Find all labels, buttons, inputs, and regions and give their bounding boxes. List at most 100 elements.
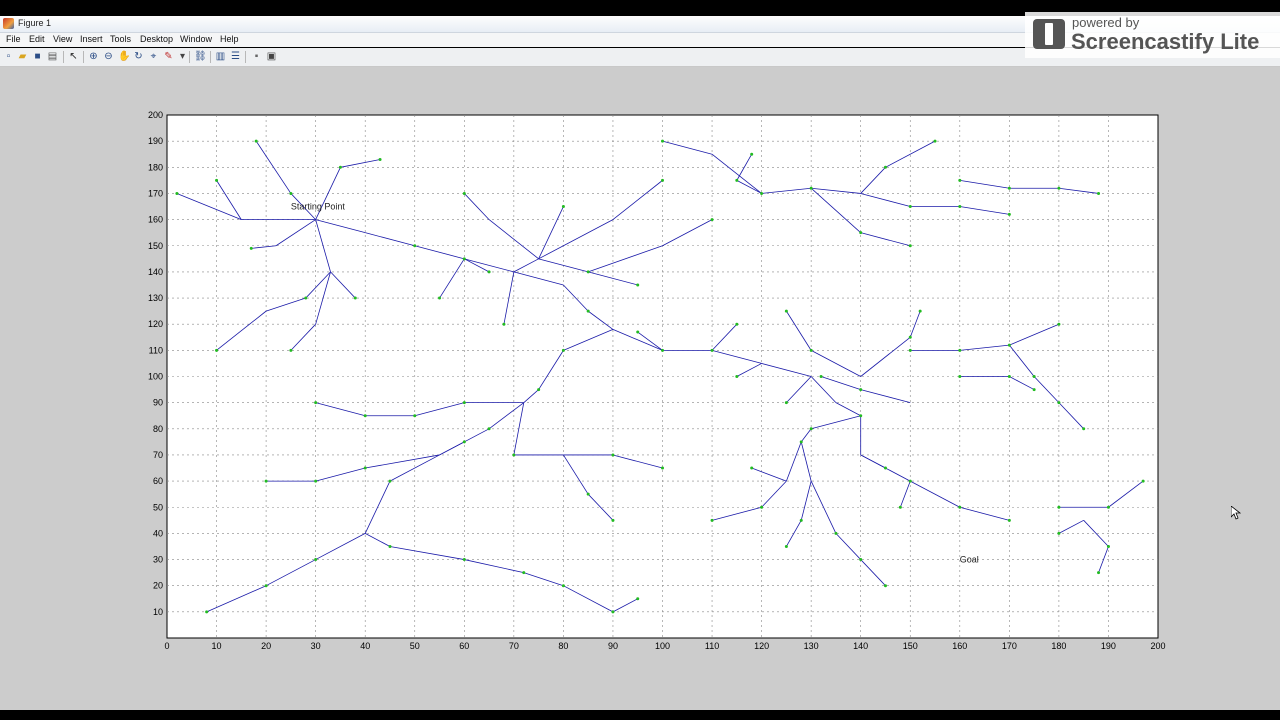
tree-node [215, 348, 219, 352]
watermark-powered-by: powered by [1072, 15, 1140, 30]
data-cursor-icon[interactable]: ⌖ [148, 51, 159, 62]
select-arrow-icon[interactable]: ↖ [68, 51, 79, 62]
goal-label: Goal [960, 555, 979, 565]
tree-node [487, 427, 491, 431]
x-tick-label: 170 [1002, 641, 1017, 651]
tree-node [1007, 375, 1011, 378]
tree-node [735, 322, 739, 326]
tree-node [859, 414, 863, 418]
x-tick-label: 150 [903, 641, 918, 651]
tree-node [799, 518, 803, 522]
bottom-black-bar [0, 710, 1280, 720]
tree-node [908, 479, 912, 483]
tree-node [1032, 375, 1036, 378]
tree-node [413, 414, 417, 418]
x-tick-label: 180 [1051, 641, 1066, 651]
toolbar-separator [83, 51, 84, 63]
tree-node [413, 244, 417, 248]
menu-help[interactable]: Help [220, 34, 239, 44]
tree-node [264, 584, 268, 588]
menu-tools[interactable]: Tools [110, 34, 131, 44]
tree-node [1057, 531, 1061, 535]
tree-node [750, 466, 754, 470]
y-tick-label: 180 [148, 162, 163, 172]
tree-node [289, 191, 293, 195]
y-tick-label: 60 [153, 476, 163, 486]
x-tick-label: 140 [853, 641, 868, 651]
y-tick-label: 150 [148, 241, 163, 251]
tree-node [1106, 505, 1110, 509]
x-tick-label: 190 [1101, 641, 1116, 651]
tree-node [784, 401, 788, 405]
tree-node [1032, 388, 1036, 392]
tree-node [502, 322, 506, 326]
menu-window[interactable]: Window [180, 34, 212, 44]
tree-plot: 0 10 20 30 40 50 60 70 80 90 100 110 120 130 140 150 160… [148, 110, 1166, 651]
tree-node [314, 558, 318, 562]
menu-desktop[interactable]: Desktop [140, 34, 173, 44]
y-tick-label: 170 [148, 188, 163, 198]
tree-node [462, 257, 466, 261]
tree-node [898, 505, 902, 509]
tree-node [809, 186, 813, 190]
brush-dropdown-icon[interactable]: ▾ [177, 51, 188, 62]
y-tick-label: 50 [153, 502, 163, 512]
tree-node [710, 218, 714, 222]
new-figure-icon[interactable]: ▫ [3, 51, 14, 62]
rotate-3d-icon[interactable]: ↻ [133, 51, 144, 62]
y-tick-label: 110 [149, 345, 163, 355]
tree-node [918, 309, 922, 313]
tree-node [799, 440, 803, 444]
tree-node [205, 610, 209, 614]
x-tick-label: 0 [164, 641, 169, 651]
toolbar-separator [63, 51, 64, 63]
tree-node [636, 597, 640, 601]
tree-node [958, 505, 962, 509]
toolbar-separator [245, 51, 246, 63]
pan-hand-icon[interactable]: ✋ [118, 51, 130, 62]
menu-insert[interactable]: Insert [80, 34, 103, 44]
tree-node [1141, 479, 1145, 483]
y-tick-label: 20 [153, 581, 163, 591]
show-plot-tools-icon[interactable]: ▣ [266, 51, 277, 62]
print-icon[interactable]: ▤ [47, 51, 58, 62]
tree-node [512, 453, 516, 457]
tree-node [1097, 191, 1101, 195]
zoom-in-icon[interactable]: ⊕ [88, 51, 99, 62]
tree-node [661, 348, 664, 352]
menu-view[interactable]: View [53, 34, 72, 44]
tree-node [314, 479, 318, 483]
y-tick-label: 140 [148, 267, 163, 277]
menu-edit[interactable]: Edit [29, 34, 45, 44]
hide-plot-tools-icon[interactable]: ▪ [251, 51, 262, 62]
menu-file[interactable]: File [6, 34, 21, 44]
y-tick-label: 130 [148, 293, 163, 303]
tree-node [958, 178, 962, 182]
colorbar-icon[interactable]: ▥ [215, 51, 226, 62]
tree-node [1082, 427, 1086, 431]
tree-node [883, 584, 887, 588]
link-plot-icon[interactable]: ⛓ [194, 51, 207, 62]
open-file-icon[interactable]: ▰ [17, 51, 28, 62]
screencastify-logo-icon [1033, 19, 1065, 49]
tree-node [1097, 571, 1101, 575]
figure-area: 0 10 20 30 40 50 60 70 80 90 100 110 120 130 140 150 160… [0, 67, 1280, 710]
tree-node [462, 440, 466, 444]
tree-node [388, 479, 392, 483]
tree-node [933, 139, 937, 143]
tree-node [958, 375, 962, 378]
brush-icon[interactable]: ✎ [163, 51, 174, 62]
tree-node [809, 348, 813, 352]
tree-node [338, 165, 342, 169]
toolbar-separator [210, 51, 211, 63]
save-icon[interactable]: ■ [32, 51, 43, 62]
tree-node [859, 231, 863, 235]
tree-node [1057, 401, 1061, 405]
tree-node [254, 139, 258, 143]
tree-node [661, 139, 664, 143]
tree-node [1057, 322, 1061, 326]
legend-icon[interactable]: ☰ [230, 51, 241, 62]
zoom-out-icon[interactable]: ⊖ [103, 51, 114, 62]
tree-node [908, 348, 912, 352]
tree-node [537, 388, 541, 392]
